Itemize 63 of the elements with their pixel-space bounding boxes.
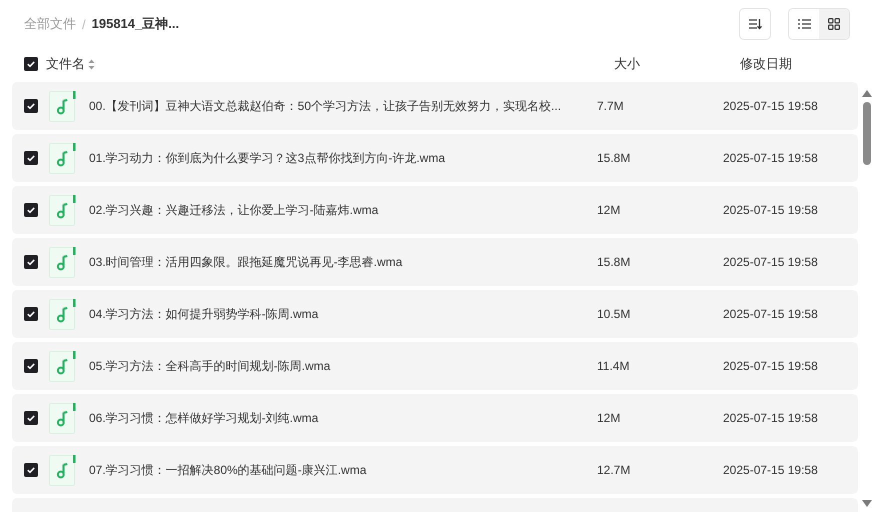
modified-date: 2025-07-15 19:58 <box>723 359 818 373</box>
modified-date: 2025-07-15 19:58 <box>723 255 818 269</box>
column-header[interactable]: 文件名 <box>46 55 85 73</box>
file-name[interactable]: 06.学习习惯：怎样做好学习规划-刘纯.wma <box>89 410 597 426</box>
file-name[interactable]: 02.学习兴趣：兴趣迁移法，让你爱上学习-陆嘉炜.wma <box>89 202 597 218</box>
music-file-icon <box>49 402 76 434</box>
file-size: 15.8M <box>597 151 632 165</box>
file-row[interactable]: 06.学习习惯：怎样做好学习规划-刘纯.wma 12M 2025-07-15 19:58 <box>12 394 858 442</box>
file-name[interactable]: 01.学习动力：你到底为什么要学习？这3点帮你找到方向-许龙.wma <box>89 150 597 166</box>
checkbox[interactable] <box>24 151 38 165</box>
file-row[interactable]: 03.时间管理：活用四象限。跟拖延魔咒说再见-李思睿.wma 15.8M 2025-07-15 19:58 <box>12 238 858 286</box>
music-file-icon <box>49 298 76 330</box>
column-header[interactable]: 修改日期 <box>740 55 792 73</box>
checkbox[interactable] <box>24 411 38 425</box>
checkbox[interactable] <box>24 203 38 217</box>
current-folder: 195814_豆神... <box>92 15 180 33</box>
checkbox[interactable] <box>24 463 38 477</box>
column-header[interactable]: 大小 <box>614 55 740 73</box>
scroll-down-icon[interactable] <box>862 500 872 507</box>
file-name[interactable]: 04.学习方法：如何提升弱势学科-陈周.wma <box>89 306 597 322</box>
modified-date: 2025-07-15 19:58 <box>723 99 818 113</box>
modified-date: 2025-07-15 19:58 <box>723 307 818 321</box>
file-row[interactable]: 05.学习方法：全科高手的时间规划-陈周.wma 11.4M 2025-07-15 19:58 <box>12 342 858 390</box>
checkbox[interactable] <box>24 99 38 113</box>
file-size: 12.7M <box>597 463 632 477</box>
modified-date: 2025-07-15 19:58 <box>723 463 818 477</box>
breadcrumb-separator: / <box>82 16 86 32</box>
music-file-icon <box>49 246 76 278</box>
music-file-icon <box>49 350 76 382</box>
file-row[interactable]: 04.学习方法：如何提升弱势学科-陈周.wma 10.5M 2025-07-15 19:58 <box>12 290 858 338</box>
file-size: 11.4M <box>597 359 630 373</box>
file-row[interactable]: 00.【发刊词】豆神大语文总裁赵伯奇：50个学习方法，让孩子告别无效努力，实现名校... 7.7M 2025-07-15 19:58 <box>12 82 858 130</box>
sort-button[interactable] <box>739 8 771 40</box>
modified-date: 2025-07-15 19:58 <box>723 411 818 425</box>
select-all-checkbox[interactable] <box>24 57 38 71</box>
scroll-up-icon[interactable] <box>862 90 872 97</box>
checkbox[interactable] <box>24 255 38 269</box>
grid-icon <box>828 18 840 30</box>
modified-date: 2025-07-15 19:58 <box>723 203 818 217</box>
music-file-icon <box>49 454 76 486</box>
music-file-icon <box>49 194 76 226</box>
file-row[interactable]: 07.学习习惯：一招解决80%的基础问题-康兴江.wma 12.7M 2025-07-15 19:58 <box>12 446 858 494</box>
file-name[interactable]: 00.【发刊词】豆神大语文总裁赵伯奇：50个学习方法，让孩子告别无效努力，实现名校... <box>89 98 597 114</box>
sort-arrows-icon[interactable] <box>88 58 95 70</box>
music-file-icon <box>49 142 76 174</box>
checkbox[interactable] <box>24 359 38 373</box>
file-size: 15.8M <box>597 255 632 269</box>
file-size: 12M <box>597 411 622 425</box>
grid-view-button[interactable] <box>819 9 849 39</box>
modified-date: 2025-07-15 19:58 <box>723 151 818 165</box>
list-icon <box>798 19 810 29</box>
file-name[interactable]: 05.学习方法：全科高手的时间规划-陈周.wma <box>89 358 597 374</box>
file-name[interactable]: 07.学习习惯：一招解决80%的基础问题-康兴江.wma <box>89 462 597 478</box>
file-size: 10.5M <box>597 307 632 321</box>
checkbox[interactable] <box>24 307 38 321</box>
file-row[interactable]: 02.学习兴趣：兴趣迁移法，让你爱上学习-陆嘉炜.wma 12M 2025-07-15 19:58 <box>12 186 858 234</box>
file-row[interactable]: 01.学习动力：你到底为什么要学习？这3点帮你找到方向-许龙.wma 15.8M 2025-07-15 19:58 <box>12 134 858 182</box>
file-name[interactable]: 03.时间管理：活用四象限。跟拖延魔咒说再见-李思睿.wma <box>89 254 597 270</box>
music-file-icon <box>49 90 76 122</box>
scrollbar-thumb[interactable] <box>863 102 871 165</box>
file-size: 12M <box>597 203 622 217</box>
file-size: 7.7M <box>597 99 625 113</box>
sort-icon <box>748 18 762 30</box>
